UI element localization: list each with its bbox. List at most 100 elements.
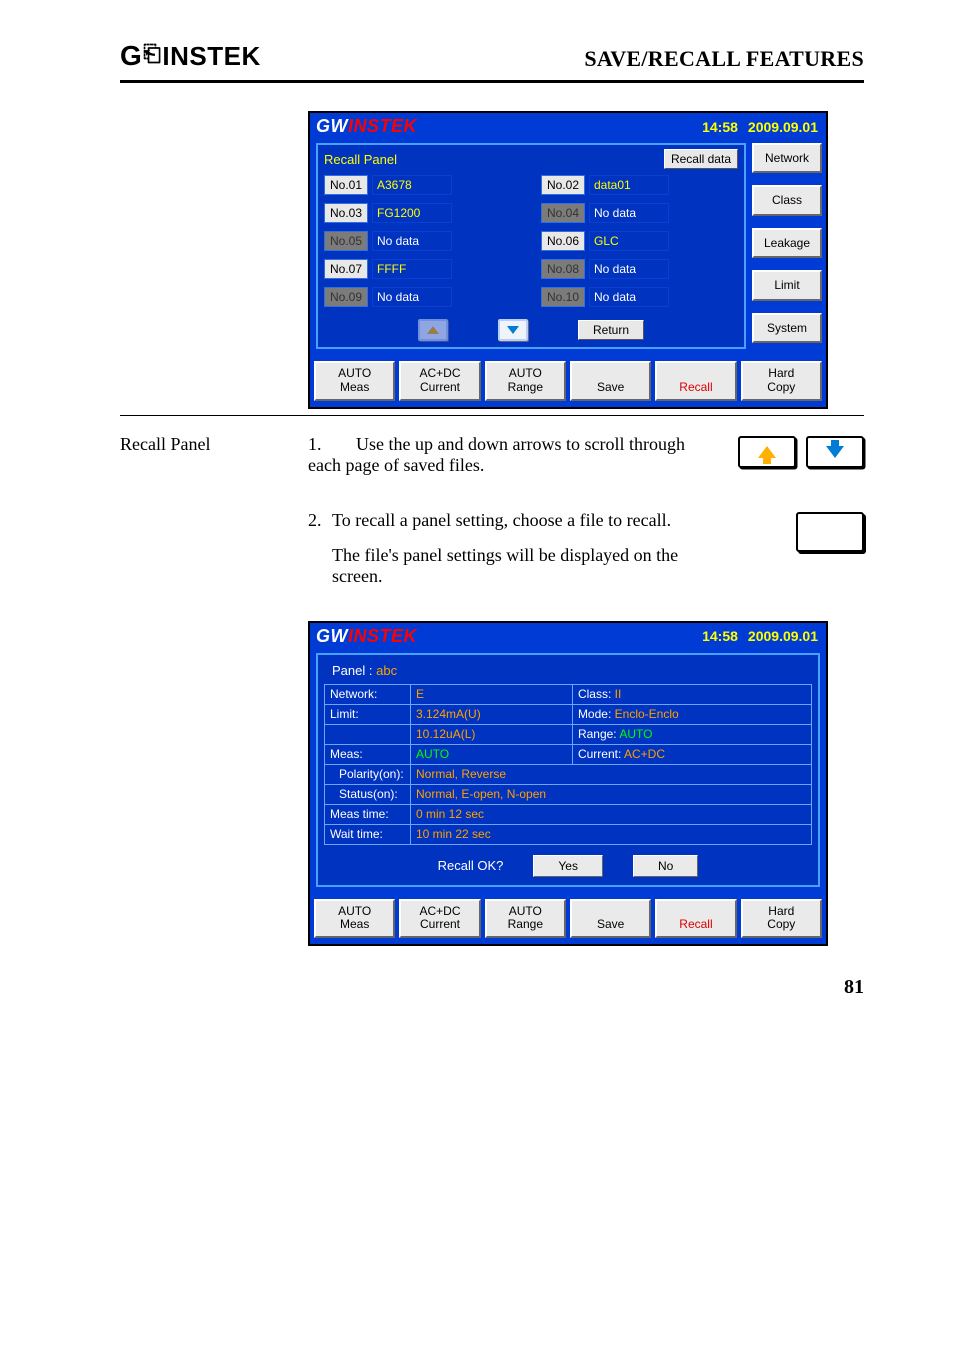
- settings-panel: Panel : abc Network: E Class: II Limit: …: [316, 653, 820, 887]
- file-slot-name: No data: [589, 259, 669, 279]
- file-slot-name: No data: [372, 287, 452, 307]
- brand-logo: G⎗INSTEK: [120, 40, 261, 72]
- polarity-key: Polarity(on):: [325, 764, 411, 784]
- meastime-key: Meas time:: [325, 804, 411, 824]
- limit-key-blank: [325, 724, 411, 744]
- softkey-recall[interactable]: Recall: [655, 361, 736, 401]
- page-up-icon[interactable]: [418, 319, 448, 341]
- mode-cell: Mode: Enclo-Enclo: [572, 704, 811, 724]
- meas-val: AUTO: [411, 744, 573, 764]
- file-slot[interactable]: No.06GLC: [541, 231, 738, 251]
- network-val: E: [411, 684, 573, 704]
- file-slot-number: No.03: [324, 203, 368, 223]
- file-slot[interactable]: No.01A3678: [324, 175, 521, 195]
- status-key: Status(on):: [325, 784, 411, 804]
- file-slot-name: GLC: [589, 231, 669, 251]
- no-button[interactable]: No: [633, 855, 698, 877]
- limit-key: Limit:: [325, 704, 411, 724]
- softkey-save-2[interactable]: Save: [570, 899, 651, 939]
- softkey-row-2: AUTOMeas AC+DCCurrent AUTORange Save Rec…: [310, 893, 826, 945]
- arrow-up-icon[interactable]: [738, 436, 796, 468]
- settings-table: Network: E Class: II Limit: 3.124mA(U) M…: [324, 684, 812, 845]
- file-slot-number: No.01: [324, 175, 368, 195]
- file-slot-name: No data: [589, 203, 669, 223]
- recall-data-button[interactable]: Recall data: [664, 149, 738, 169]
- file-slot-number: No.10: [541, 287, 585, 307]
- softkey-auto-meas-2[interactable]: AUTOMeas: [314, 899, 395, 939]
- page-number: 81: [120, 976, 864, 999]
- step-number-1: 1.: [308, 434, 332, 455]
- file-slot-number: No.02: [541, 175, 585, 195]
- softkey-auto-range[interactable]: AUTORange: [485, 361, 566, 401]
- file-slot[interactable]: No.08No data: [541, 259, 738, 279]
- arrow-down-icon[interactable]: [806, 436, 864, 468]
- step-2-text: To recall a panel setting, choose a file…: [332, 510, 671, 530]
- file-slot[interactable]: No.03FG1200: [324, 203, 521, 223]
- file-slot-number: No.09: [324, 287, 368, 307]
- instr-heading: Recall Panel: [120, 434, 280, 455]
- softkey-recall-2[interactable]: Recall: [655, 899, 736, 939]
- softkey-auto-range-2[interactable]: AUTORange: [485, 899, 566, 939]
- file-slot-name: A3678: [372, 175, 452, 195]
- softkey-auto-meas[interactable]: AUTOMeas: [314, 361, 395, 401]
- softkey-acdc-current[interactable]: AC+DCCurrent: [399, 361, 480, 401]
- separator-rule: [120, 415, 864, 416]
- header-rule: [120, 80, 864, 83]
- file-slot[interactable]: No.04No data: [541, 203, 738, 223]
- side-leakage-button[interactable]: Leakage: [752, 228, 822, 258]
- lcd-brand-logo: GWINSTEK: [316, 116, 417, 137]
- meastime-val: 0 min 12 sec: [411, 804, 812, 824]
- softkey-row: AUTOMeas AC+DCCurrent AUTORange Save Rec…: [310, 355, 826, 407]
- lcd-time: 14:58: [702, 119, 738, 135]
- file-slot-name: data01: [589, 175, 669, 195]
- waittime-key: Wait time:: [325, 824, 411, 844]
- side-system-button[interactable]: System: [752, 313, 822, 343]
- step-2b-text: The file's panel settings will be displa…: [308, 545, 686, 587]
- panel-name: abc: [376, 663, 397, 678]
- file-slot[interactable]: No.05No data: [324, 231, 521, 251]
- file-slot-number: No.04: [541, 203, 585, 223]
- file-slot-number: No.05: [324, 231, 368, 251]
- limit-l-val: 10.12uA(L): [411, 724, 573, 744]
- side-network-button[interactable]: Network: [752, 143, 822, 173]
- polarity-val: Normal, Reverse: [411, 764, 812, 784]
- page-header: G⎗INSTEK SAVE/RECALL FEATURES: [120, 40, 864, 80]
- file-slot[interactable]: No.02data01: [541, 175, 738, 195]
- side-limit-button[interactable]: Limit: [752, 270, 822, 300]
- status-val: Normal, E-open, N-open: [411, 784, 812, 804]
- softkey-acdc-current-2[interactable]: AC+DCCurrent: [399, 899, 480, 939]
- lcd-date-2: 2009.09.01: [748, 628, 818, 644]
- section-title: SAVE/RECALL FEATURES: [584, 46, 864, 72]
- step-1-text: Use the up and down arrows to scroll thr…: [308, 434, 685, 475]
- recall-panel-box: Recall Panel Recall data No.01A3678No.02…: [316, 143, 746, 349]
- file-slot-number: No.07: [324, 259, 368, 279]
- file-slot-number: No.08: [541, 259, 585, 279]
- lcd-time-2: 14:58: [702, 628, 738, 644]
- current-cell: Current: AC+DC: [572, 744, 811, 764]
- softkey-save[interactable]: Save: [570, 361, 651, 401]
- page-down-icon[interactable]: [498, 319, 528, 341]
- softkey-hardcopy-2[interactable]: HardCopy: [741, 899, 822, 939]
- file-slot-name: No data: [589, 287, 669, 307]
- file-slot[interactable]: No.10No data: [541, 287, 738, 307]
- panel-label: Panel :: [332, 663, 372, 678]
- meas-key: Meas:: [325, 744, 411, 764]
- file-slot[interactable]: No.09No data: [324, 287, 521, 307]
- file-slot-name: FFFF: [372, 259, 452, 279]
- softkey-hardcopy[interactable]: HardCopy: [741, 361, 822, 401]
- blank-file-button[interactable]: [796, 512, 864, 552]
- yes-button[interactable]: Yes: [533, 855, 603, 877]
- waittime-val: 10 min 22 sec: [411, 824, 812, 844]
- file-slot[interactable]: No.07FFFF: [324, 259, 521, 279]
- file-slot-number: No.06: [541, 231, 585, 251]
- limit-u-val: 3.124mA(U): [411, 704, 573, 724]
- file-slot-name: No data: [372, 231, 452, 251]
- network-key: Network:: [325, 684, 411, 704]
- return-button[interactable]: Return: [578, 320, 644, 340]
- range-cell: Range: AUTO: [572, 724, 811, 744]
- side-class-button[interactable]: Class: [752, 185, 822, 215]
- lcd-brand-logo-2: GWINSTEK: [316, 626, 417, 647]
- lcd-date: 2009.09.01: [748, 119, 818, 135]
- step-number-2: 2.: [308, 510, 332, 531]
- class-cell: Class: II: [572, 684, 811, 704]
